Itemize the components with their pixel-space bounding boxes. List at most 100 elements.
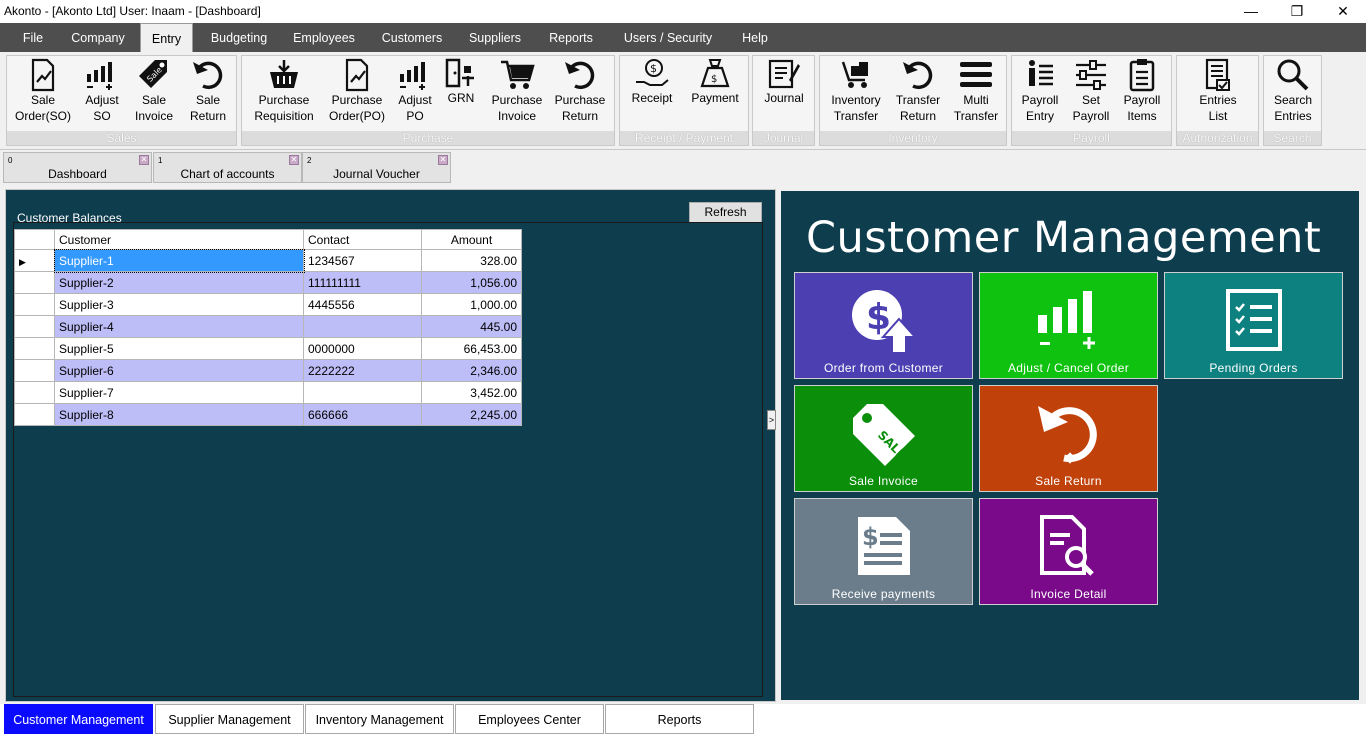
sale-order-button[interactable]: Sale Order(SO) bbox=[11, 56, 75, 132]
adjust-so-button[interactable]: Adjust SO bbox=[79, 56, 125, 132]
cell-amount[interactable]: 3,452.00 bbox=[421, 381, 522, 404]
tab-supplier-management[interactable]: Supplier Management bbox=[155, 704, 304, 734]
payroll-items-button[interactable]: Payroll Items bbox=[1116, 56, 1168, 132]
menu-file[interactable]: File bbox=[12, 23, 54, 52]
tab-inventory-management[interactable]: Inventory Management bbox=[305, 704, 454, 734]
cell-customer[interactable]: Supplier-2 bbox=[54, 271, 304, 294]
cell-amount[interactable]: 445.00 bbox=[421, 315, 522, 338]
menu-reports[interactable]: Reports bbox=[540, 23, 602, 52]
table-row[interactable]: Supplier-8 666666 2,245.00 bbox=[14, 403, 522, 426]
cell-contact[interactable] bbox=[303, 315, 422, 338]
cell-amount[interactable]: 328.00 bbox=[421, 249, 522, 272]
cell-customer[interactable]: Supplier-8 bbox=[54, 403, 304, 426]
row-header[interactable] bbox=[14, 315, 55, 338]
cell-contact[interactable]: 1234567 bbox=[303, 249, 422, 272]
purchase-requisition-label-2: Requisition bbox=[254, 109, 314, 123]
tab-chart-of-accounts[interactable]: 1 Chart of accounts ✕ bbox=[153, 152, 302, 183]
transfer-return-button[interactable]: Transfer Return bbox=[890, 56, 946, 132]
tile-receive-payments[interactable]: $ Receive payments bbox=[794, 498, 973, 605]
tile-invoice-detail[interactable]: Invoice Detail bbox=[979, 498, 1158, 605]
menu-users-security[interactable]: Users / Security bbox=[612, 23, 724, 52]
tab-employees-center[interactable]: Employees Center bbox=[455, 704, 604, 734]
tab-reports[interactable]: Reports bbox=[605, 704, 754, 734]
grn-button[interactable]: GRN bbox=[441, 56, 481, 132]
cell-customer[interactable]: Supplier-4 bbox=[54, 315, 304, 338]
row-header[interactable] bbox=[14, 337, 55, 360]
sale-invoice-ribbon-button[interactable]: Sale Sale Invoice bbox=[131, 56, 177, 132]
cell-contact[interactable]: 111111111 bbox=[303, 271, 422, 294]
cell-amount[interactable]: 2,346.00 bbox=[421, 359, 522, 382]
tile-sale-invoice[interactable]: SALE Sale Invoice bbox=[794, 385, 973, 492]
search-entries-button[interactable]: Search Entries bbox=[1266, 56, 1320, 132]
purchase-requisition-button[interactable]: Purchase Requisition bbox=[248, 56, 320, 132]
cell-contact[interactable]: 0000000 bbox=[303, 337, 422, 360]
customer-balances-grid[interactable]: Customer Contact Amount ▶ Supplier-1 123… bbox=[14, 229, 522, 426]
menu-employees[interactable]: Employees bbox=[285, 23, 363, 52]
column-header-customer[interactable]: Customer bbox=[54, 229, 304, 250]
table-row[interactable]: Supplier-6 2222222 2,346.00 bbox=[14, 359, 522, 382]
table-row[interactable]: Supplier-4 445.00 bbox=[14, 315, 522, 338]
row-header[interactable] bbox=[14, 403, 55, 426]
cell-customer[interactable]: Supplier-7 bbox=[54, 381, 304, 404]
row-header[interactable] bbox=[14, 271, 55, 294]
cell-amount[interactable]: 2,245.00 bbox=[421, 403, 522, 426]
cell-customer[interactable]: Supplier-1 bbox=[53, 248, 305, 273]
menu-company[interactable]: Company bbox=[62, 23, 134, 52]
close-button[interactable]: ✕ bbox=[1320, 0, 1366, 23]
tab-journal-voucher[interactable]: 2 Journal Voucher ✕ bbox=[302, 152, 451, 183]
cell-contact[interactable]: 4445556 bbox=[303, 293, 422, 316]
tab-close-icon[interactable]: ✕ bbox=[289, 155, 299, 165]
tile-adjust-cancel-order[interactable]: Adjust / Cancel Order bbox=[979, 272, 1158, 379]
cell-amount[interactable]: 1,000.00 bbox=[421, 293, 522, 316]
cell-amount[interactable]: 66,453.00 bbox=[421, 337, 522, 360]
set-payroll-button[interactable]: Set Payroll bbox=[1068, 56, 1114, 132]
tile-pending-orders[interactable]: Pending Orders bbox=[1164, 272, 1343, 379]
inventory-transfer-button[interactable]: Inventory Transfer bbox=[824, 56, 888, 132]
cell-customer[interactable]: Supplier-6 bbox=[54, 359, 304, 382]
table-row[interactable]: Supplier-3 4445556 1,000.00 bbox=[14, 293, 522, 316]
table-row[interactable]: Supplier-5 0000000 66,453.00 bbox=[14, 337, 522, 360]
payroll-entry-button[interactable]: Payroll Entry bbox=[1014, 56, 1066, 132]
tab-dashboard[interactable]: 0 Dashboard ✕ bbox=[3, 152, 152, 183]
row-selector-icon[interactable]: ▶ bbox=[14, 249, 55, 272]
refresh-button[interactable]: Refresh bbox=[689, 202, 762, 223]
tab-close-icon[interactable]: ✕ bbox=[139, 155, 149, 165]
cell-contact[interactable]: 666666 bbox=[303, 403, 422, 426]
receipt-button[interactable]: $ Receipt bbox=[624, 56, 680, 132]
cell-customer[interactable]: Supplier-5 bbox=[54, 337, 304, 360]
menu-budgeting[interactable]: Budgeting bbox=[203, 23, 275, 52]
menu-help[interactable]: Help bbox=[734, 23, 776, 52]
journal-button[interactable]: Journal bbox=[757, 56, 811, 132]
menu-entry[interactable]: Entry bbox=[140, 23, 193, 53]
row-header[interactable] bbox=[14, 293, 55, 316]
tile-order-from-customer[interactable]: $ Order from Customer bbox=[794, 272, 973, 379]
cell-customer[interactable]: Supplier-3 bbox=[54, 293, 304, 316]
row-header[interactable] bbox=[14, 381, 55, 404]
menu-suppliers[interactable]: Suppliers bbox=[460, 23, 530, 52]
entries-list-button[interactable]: Entries List bbox=[1187, 56, 1249, 132]
tab-close-icon[interactable]: ✕ bbox=[438, 155, 448, 165]
table-row[interactable]: Supplier-7 3,452.00 bbox=[14, 381, 522, 404]
table-row[interactable]: ▶ Supplier-1 1234567 328.00 bbox=[14, 248, 522, 273]
minimize-button[interactable]: — bbox=[1228, 0, 1274, 23]
table-row[interactable]: Supplier-2 111111111 1,056.00 bbox=[14, 271, 522, 294]
tab-customer-management[interactable]: Customer Management bbox=[4, 704, 153, 734]
multi-transfer-button[interactable]: Multi Transfer bbox=[948, 56, 1004, 132]
payment-button[interactable]: $ Payment bbox=[684, 56, 746, 132]
purchase-return-button[interactable]: Purchase Return bbox=[550, 56, 610, 132]
menu-customers[interactable]: Customers bbox=[374, 23, 450, 52]
cell-contact[interactable]: 2222222 bbox=[303, 359, 422, 382]
column-header-contact[interactable]: Contact bbox=[303, 229, 422, 250]
restore-button[interactable]: ❐ bbox=[1274, 0, 1320, 23]
tile-sale-return[interactable]: Sale Return bbox=[979, 385, 1158, 492]
row-header[interactable] bbox=[14, 359, 55, 382]
ribbon-group-sales: Sale Order(SO) Adjust SO Sale Sale Invoi… bbox=[6, 55, 237, 146]
cell-contact[interactable] bbox=[303, 381, 422, 404]
column-header-amount[interactable]: Amount bbox=[421, 229, 522, 250]
purchase-order-button[interactable]: Purchase Order(PO) bbox=[324, 56, 390, 132]
splitter-toggle-button[interactable]: > bbox=[767, 410, 776, 430]
sale-return-ribbon-button[interactable]: Sale Return bbox=[183, 56, 233, 132]
cell-amount[interactable]: 1,056.00 bbox=[421, 271, 522, 294]
purchase-invoice-button[interactable]: Purchase Invoice bbox=[486, 56, 548, 132]
adjust-po-button[interactable]: Adjust PO bbox=[392, 56, 438, 132]
